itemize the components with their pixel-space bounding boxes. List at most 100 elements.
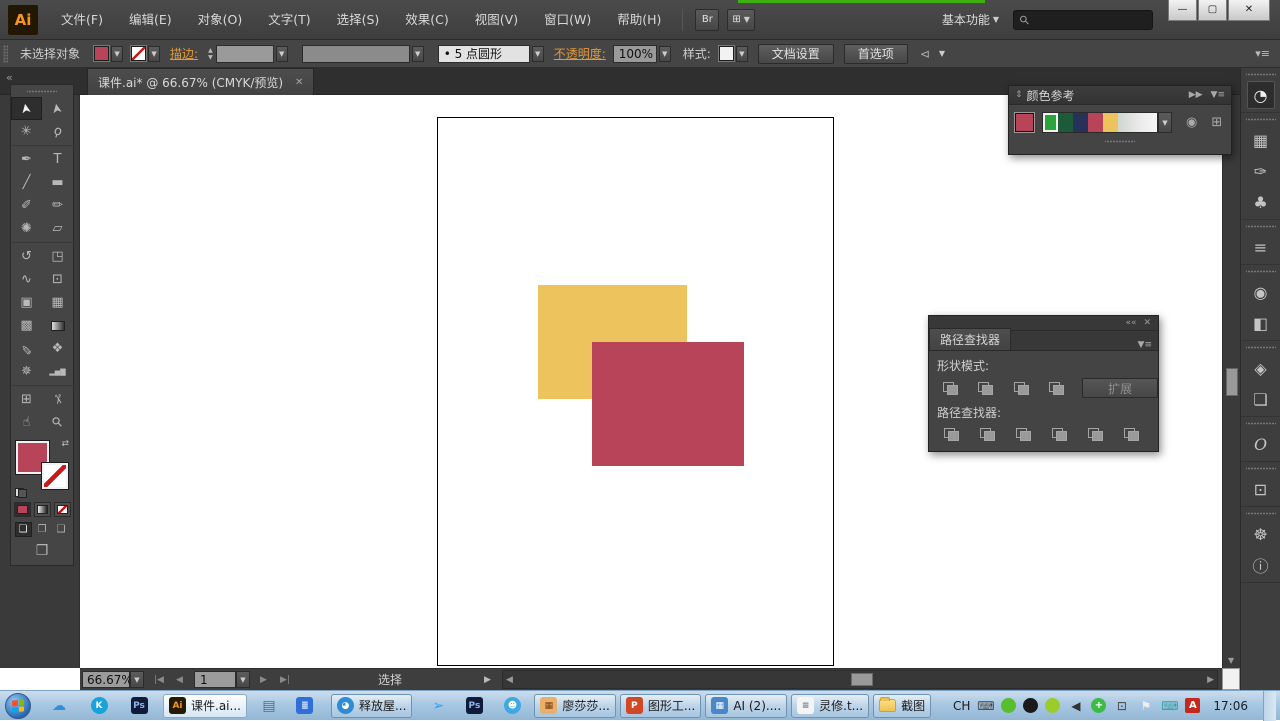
dock-drag-handle[interactable] <box>1245 267 1276 275</box>
task-tuxinggong[interactable]: P 图形工... <box>619 693 702 718</box>
artboard-tool[interactable]: ⊞ <box>11 388 42 411</box>
gradient-button[interactable] <box>33 502 51 517</box>
horizontal-scrollbar[interactable]: ◀ ▶ <box>502 670 1218 689</box>
lasso-tool[interactable]: ϙ <box>42 120 73 143</box>
magic-wand-tool[interactable]: ✳ <box>11 120 42 143</box>
brush-definition-field[interactable]: • 5 点圆形 <box>437 44 530 63</box>
draw-behind-button[interactable]: ❐ <box>34 522 51 537</box>
menu-file[interactable]: 文件(F) <box>48 0 116 40</box>
column-graph-tool[interactable]: ▂▅▇ <box>42 360 73 383</box>
task-kejian-ai[interactable]: Ai 课件.ai... <box>163 693 247 718</box>
taskbar-clock[interactable]: 17:06 <box>1213 699 1248 713</box>
scroll-left-icon[interactable]: ◀ <box>506 675 513 685</box>
task-jietu[interactable]: 截图 <box>873 693 932 718</box>
search-input[interactable]: ⚲ <box>1013 9 1153 30</box>
drag-handle[interactable] <box>3 44 8 63</box>
calculator-icon[interactable]: ▤ <box>257 694 281 718</box>
harmony-color-swatch[interactable] <box>1103 113 1118 132</box>
task-shifangwu[interactable]: ◕ 释放屋... <box>330 693 413 718</box>
screen-mode-button[interactable]: ❒ <box>11 543 73 559</box>
eraser-tool[interactable]: ▱ <box>42 217 73 240</box>
scale-tool[interactable]: ◳ <box>42 245 73 268</box>
stroke-color-indicator[interactable] <box>41 462 69 490</box>
yy-app-icon[interactable]: ☻ <box>500 694 524 718</box>
red-rectangle[interactable] <box>592 342 744 466</box>
menu-select[interactable]: 选择(S) <box>324 0 393 40</box>
media-player-icon[interactable]: ≣ <box>293 694 317 718</box>
photoshop-icon-2[interactable]: Ps <box>462 694 486 718</box>
task-ai-2[interactable]: ▦ AI (2).... <box>705 693 788 718</box>
tab-close-icon[interactable]: ✕ <box>295 77 303 88</box>
harmony-rules-dropdown[interactable]: ▼ <box>1158 112 1172 133</box>
minus-front-button[interactable] <box>974 379 997 397</box>
previous-artboard-button[interactable]: ◀ <box>176 671 183 688</box>
crop-button[interactable] <box>1047 425 1071 443</box>
shape-builder-tool[interactable]: ▣ <box>11 291 42 314</box>
pen-tool[interactable]: ✒ <box>11 148 42 171</box>
photoshop-icon[interactable]: Ps <box>127 694 151 718</box>
preferences-button[interactable]: 首选项 <box>843 43 908 64</box>
menu-window[interactable]: 窗口(W) <box>531 0 604 40</box>
rectangle-tool[interactable]: ▬ <box>42 171 73 194</box>
gradient-tool[interactable] <box>42 314 73 337</box>
workspace-switcher[interactable]: 基本功能 ▼ <box>942 11 999 28</box>
stroke-panel-link[interactable]: 描边: <box>170 45 198 62</box>
language-indicator[interactable]: CH <box>953 699 970 713</box>
color-guide-header[interactable]: ⇕ 颜色参考 ▶▶ ▼≡ <box>1009 86 1231 105</box>
network-icon[interactable]: ⊡ <box>1113 697 1130 714</box>
adobe-manager-icon[interactable]: A <box>1185 698 1201 713</box>
unite-button[interactable] <box>939 379 962 397</box>
opacity-dropdown[interactable]: ▼ <box>658 45 671 62</box>
blend-tool[interactable]: ❖ <box>42 337 73 360</box>
stroke-weight-dropdown[interactable]: ▼ <box>275 45 288 62</box>
zoom-level-dropdown[interactable]: ▼ <box>130 671 144 688</box>
selection-tool[interactable]: ➤ <box>11 97 42 120</box>
vertical-scrollbar-thumb[interactable] <box>1226 368 1238 396</box>
action-center-flag-icon[interactable]: ⚑ <box>1137 697 1154 714</box>
menu-effect[interactable]: 效果(C) <box>392 0 461 40</box>
zoom-level-field[interactable]: 66.67% <box>82 671 133 688</box>
scroll-down-icon[interactable]: ▼ <box>1228 656 1234 665</box>
slice-tool[interactable]: ✂ <box>42 388 73 411</box>
show-desktop-button[interactable] <box>1263 690 1276 721</box>
style-swatch[interactable] <box>717 45 735 62</box>
harmony-color-swatch[interactable] <box>1073 113 1088 132</box>
thunder-icon[interactable]: ➢ <box>426 694 450 718</box>
width-profile-dropdown[interactable]: ▼ <box>411 45 424 62</box>
360-safety-icon[interactable]: + <box>1091 698 1107 713</box>
minus-back-button[interactable] <box>1119 425 1143 443</box>
artboard-number-dropdown[interactable]: ▼ <box>236 671 250 688</box>
stroke-color-dropdown[interactable]: ▼ <box>148 45 161 62</box>
dock-drag-handle[interactable] <box>1245 464 1276 472</box>
remote-input-icon[interactable]: ⌨ <box>1161 697 1178 714</box>
menu-type[interactable]: 文字(T) <box>255 0 323 40</box>
brushes-panel-icon[interactable]: ✑ <box>1247 157 1275 185</box>
dock-drag-handle[interactable] <box>1245 115 1276 123</box>
start-button[interactable] <box>5 692 31 719</box>
panel-menu-icon[interactable]: ▼≡ <box>1138 340 1152 350</box>
perspective-grid-tool[interactable]: ▦ <box>42 291 73 314</box>
brush-definition-dropdown[interactable]: ▼ <box>531 45 544 62</box>
panel-resize-handle[interactable] <box>1105 137 1135 145</box>
first-artboard-button[interactable]: |◀ <box>154 671 164 688</box>
style-dropdown[interactable]: ▼ <box>735 45 748 62</box>
panel-drag-handle[interactable] <box>27 87 57 95</box>
control-panel-menu-icon[interactable]: ▾≡ <box>1255 47 1270 60</box>
opacity-field[interactable]: 100% <box>612 44 657 63</box>
stroke-weight-field[interactable] <box>215 44 274 63</box>
merge-button[interactable] <box>1011 425 1035 443</box>
menu-object[interactable]: 对象(O) <box>185 0 256 40</box>
harmony-color-swatch[interactable] <box>1058 113 1073 132</box>
type-tool[interactable]: T <box>42 148 73 171</box>
dock-drag-handle[interactable] <box>1245 509 1276 517</box>
intersect-button[interactable] <box>1010 379 1033 397</box>
draw-normal-button[interactable]: ❏ <box>14 522 32 537</box>
base-color-swatch[interactable] <box>1014 112 1035 133</box>
symbols-panel-icon[interactable]: ♣ <box>1247 188 1275 216</box>
mesh-tool[interactable]: ▩ <box>11 314 42 337</box>
dock-drag-handle[interactable] <box>1245 70 1276 78</box>
trim-button[interactable] <box>975 425 999 443</box>
color-guide-panel-icon[interactable]: ◔ <box>1246 81 1275 109</box>
vertical-scrollbar[interactable]: ▼ <box>1222 95 1240 668</box>
transparency-panel-icon[interactable]: ◧ <box>1247 309 1275 337</box>
